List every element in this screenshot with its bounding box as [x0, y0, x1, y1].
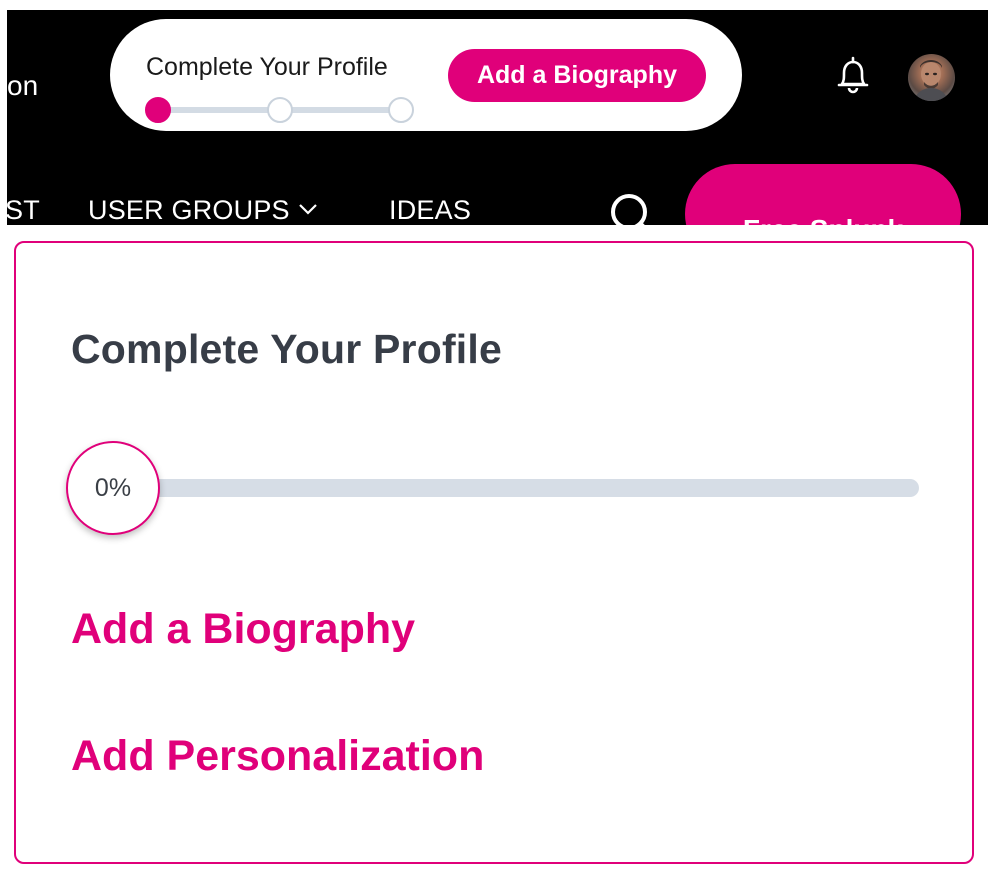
- profile-step-2: [267, 97, 293, 123]
- bell-icon[interactable]: [830, 54, 876, 100]
- add-personalization-link[interactable]: Add Personalization: [71, 732, 484, 781]
- progress-indicator: 0%: [66, 441, 160, 535]
- free-splunk-button[interactable]: Free Splunk: [685, 164, 961, 225]
- add-biography-button[interactable]: Add a Biography: [448, 49, 706, 102]
- chevron-down-icon: [298, 204, 317, 215]
- add-biography-link[interactable]: Add a Biography: [71, 605, 415, 654]
- header-cut-off-text: on: [7, 70, 39, 101]
- avatar[interactable]: [908, 54, 955, 101]
- profile-step-3: [388, 97, 414, 123]
- profile-completion-card: Complete Your Profile 0% Add a Biography…: [14, 241, 974, 864]
- card-title: Complete Your Profile: [71, 326, 502, 372]
- nav-item-user-groups[interactable]: USER GROUPS: [88, 195, 318, 225]
- top-header: on Complete Your Profile Add a Biography…: [7, 10, 988, 225]
- nav-item-cut-off[interactable]: ST: [7, 195, 40, 225]
- profile-completion-widget: Complete Your Profile Add a Biography: [110, 19, 742, 131]
- profile-step-1: [145, 97, 171, 123]
- search-icon[interactable]: [607, 190, 657, 225]
- nav-item-ideas[interactable]: IDEAS: [389, 195, 471, 225]
- nav-item-user-groups-label: USER GROUPS: [88, 195, 290, 225]
- progress-percent-label: 0%: [94, 473, 132, 502]
- profile-widget-title: Complete Your Profile: [146, 53, 388, 81]
- progress-track: [121, 479, 919, 497]
